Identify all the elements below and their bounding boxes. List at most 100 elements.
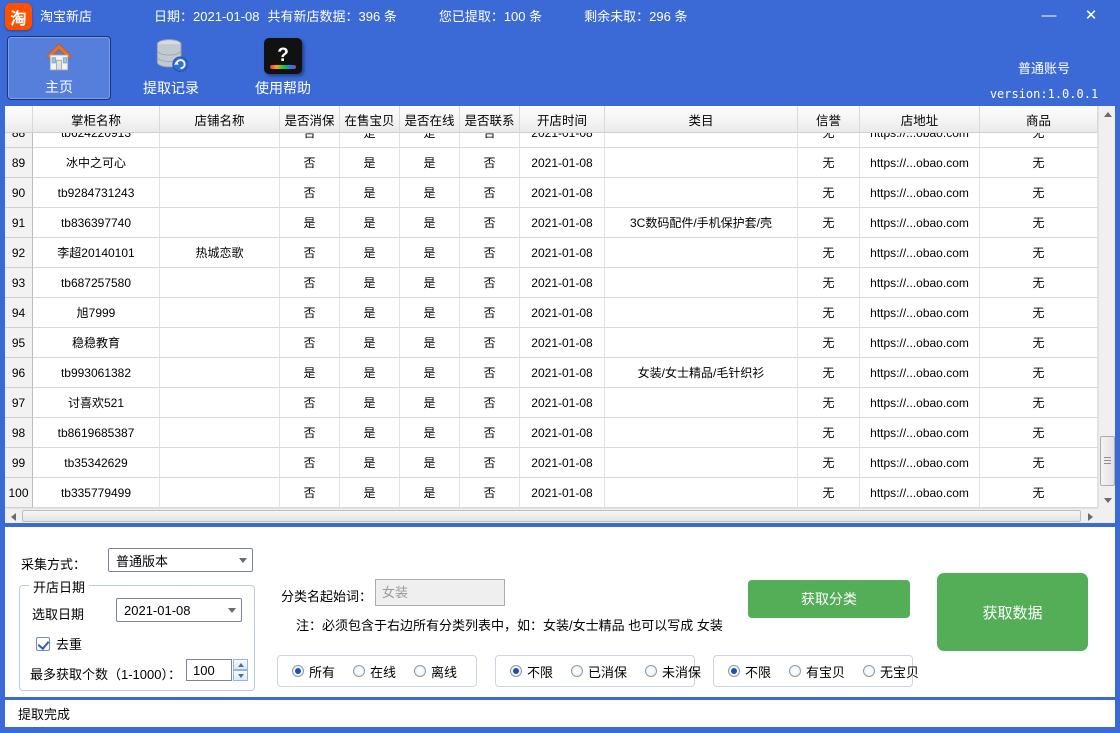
scroll-right-button[interactable] [1082,509,1098,524]
cell-contact: 否 [460,478,520,508]
column-header[interactable]: 店地址 [860,106,980,133]
row-number: 99 [5,448,33,478]
cell-owner: 李超20140101 [33,238,160,268]
cell-selling: 是 [340,268,400,298]
table-row[interactable]: 98tb8619685387否是是否2021-01-08无https://...… [5,418,1098,448]
column-header[interactable]: 掌柜名称 [33,106,160,133]
cell-selling: 是 [340,178,400,208]
cell-shop [160,178,280,208]
column-header[interactable] [5,106,33,133]
radio-icon [414,665,426,677]
radio-option[interactable]: 有宝贝 [789,662,845,681]
cell-insured: 否 [280,298,340,328]
cell-goods: 无 [980,358,1098,388]
pick-date-dropdown[interactable]: 2021-01-08 [116,598,242,622]
column-header[interactable]: 开店时间 [520,106,605,133]
radio-option[interactable]: 无宝贝 [863,662,919,681]
scroll-up-button[interactable] [1099,106,1116,122]
close-button[interactable]: ✕ [1070,0,1112,30]
cell-url: https://...obao.com [860,448,980,478]
cell-url: https://...obao.com [860,418,980,448]
cell-open_date: 2021-01-08 [520,178,605,208]
row-number: 96 [5,358,33,388]
column-header[interactable]: 类目 [605,106,798,133]
cell-online: 是 [400,178,460,208]
cell-open_date: 2021-01-08 [520,133,605,148]
help-button[interactable]: ? 使用帮助 [231,36,335,100]
table-row[interactable]: 93tb687257580否是是否2021-01-08无https://...o… [5,268,1098,298]
radio-option[interactable]: 不限 [728,662,771,681]
radio-option[interactable]: 未消保 [645,662,701,681]
column-header[interactable]: 是否在线 [400,106,460,133]
radio-option[interactable]: 离线 [414,662,457,681]
table-row[interactable]: 99tb35342629否是是否2021-01-08无https://...ob… [5,448,1098,478]
scroll-down-button[interactable] [1099,492,1116,508]
cell-category [605,268,798,298]
cell-owner: tb35342629 [33,448,160,478]
table-row[interactable]: 100tb335779499否是是否2021-01-08无https://...… [5,478,1098,508]
radio-option[interactable]: 不限 [510,662,553,681]
cell-insured: 否 [280,133,340,148]
column-header[interactable]: 是否联系 [460,106,520,133]
column-header[interactable]: 店铺名称 [160,106,280,133]
cell-url: https://...obao.com [860,358,980,388]
control-panel: 采集方式： 普通版本 开店日期 选取日期 2021-01-08 去重 最多获取个… [5,527,1115,697]
category-prefix-input[interactable] [375,579,505,606]
table-row[interactable]: 89冰中之可心否是是否2021-01-08无https://...obao.co… [5,148,1098,178]
row-number: 95 [5,328,33,358]
table-row[interactable]: 88tb624220913否是是否2021-01-08无https://...o… [5,133,1098,148]
table-row[interactable]: 90tb9284731243否是是否2021-01-08无https://...… [5,178,1098,208]
stat-total: 共有新店数据：396 条 [268,6,397,25]
table-row[interactable]: 92李超20140101热城恋歌否是是否2021-01-08无https://.… [5,238,1098,268]
account-type: 普通账号 [984,58,1104,77]
stepper-down-button[interactable] [233,670,248,681]
cell-selling: 是 [340,238,400,268]
cell-insured: 否 [280,268,340,298]
table-row[interactable]: 94旭7999否是是否2021-01-08无https://...obao.co… [5,298,1098,328]
home-icon [37,37,81,75]
collect-method-dropdown[interactable]: 普通版本 [108,548,253,572]
max-count-stepper[interactable]: 100 [186,659,248,681]
cell-credit: 无 [798,148,860,178]
radio-option[interactable]: 已消保 [571,662,627,681]
table-row[interactable]: 97讨喜欢521否是是否2021-01-08无https://...obao.c… [5,388,1098,418]
home-button[interactable]: 主页 [7,36,111,100]
table-row[interactable]: 96tb993061382是是是否2021-01-08女装/女士精品/毛针织衫无… [5,358,1098,388]
vertical-scroll-thumb[interactable] [1100,436,1115,486]
cell-credit: 无 [798,133,860,148]
get-data-button[interactable]: 获取数据 [937,573,1088,651]
cell-goods: 无 [980,148,1098,178]
vertical-scrollbar[interactable] [1098,106,1115,508]
row-number: 100 [5,478,33,508]
help-question-char: ? [277,45,289,67]
row-number: 89 [5,148,33,178]
column-header[interactable]: 商品 [980,106,1098,133]
cell-owner: tb836397740 [33,208,160,238]
arrow-up-icon [1104,112,1112,117]
cell-online: 是 [400,148,460,178]
cell-shop [160,328,280,358]
records-button[interactable]: 提取记录 [119,36,223,100]
stepper-up-button[interactable] [233,659,248,670]
cell-owner: tb624220913 [33,133,160,148]
horizontal-scrollbar[interactable] [5,508,1098,523]
arrow-down-icon [1104,498,1112,503]
max-count-value[interactable]: 100 [186,659,232,681]
get-category-button[interactable]: 获取分类 [748,580,910,618]
cell-insured: 否 [280,178,340,208]
minimize-button[interactable]: — [1028,0,1070,30]
radio-option[interactable]: 在线 [353,662,396,681]
table-row[interactable]: 95稳稳教育否是是否2021-01-08无https://...obao.com… [5,328,1098,358]
column-header[interactable]: 信誉 [798,106,860,133]
cell-open_date: 2021-01-08 [520,208,605,238]
table-row[interactable]: 91tb836397740是是是否2021-01-083C数码配件/手机保护套/… [5,208,1098,238]
column-header[interactable]: 是否消保 [280,106,340,133]
column-header[interactable]: 在售宝贝 [340,106,400,133]
scroll-left-button[interactable] [5,509,21,524]
dedupe-checkbox[interactable]: 去重 [36,634,82,653]
cell-goods: 无 [980,133,1098,148]
horizontal-scroll-thumb[interactable] [22,510,1081,522]
radio-option[interactable]: 所有 [292,662,335,681]
category-prefix-label: 分类名起始词： [281,586,372,605]
cell-open_date: 2021-01-08 [520,388,605,418]
